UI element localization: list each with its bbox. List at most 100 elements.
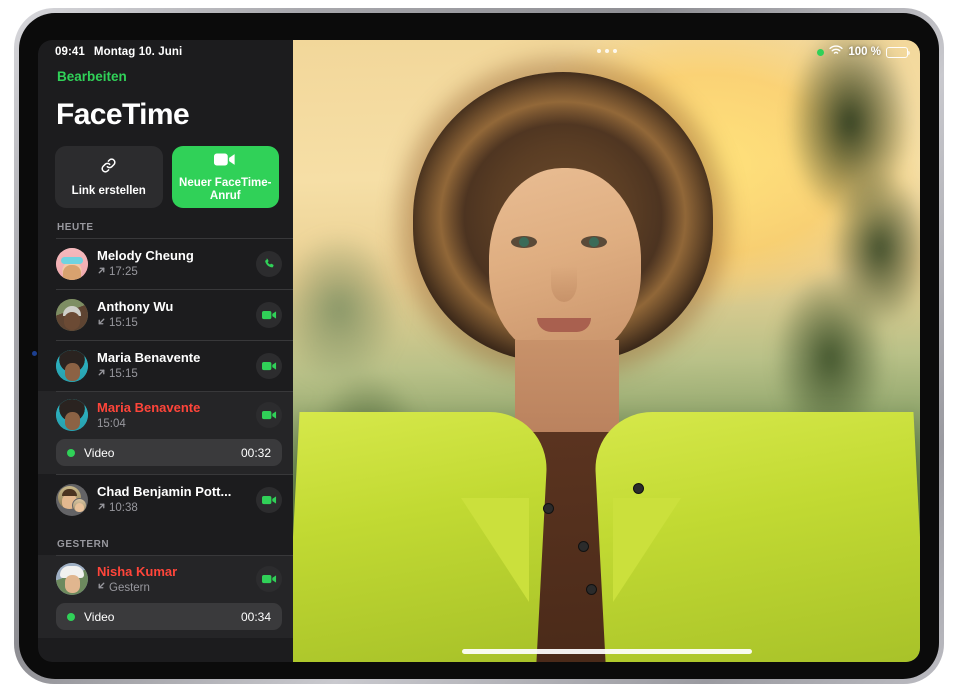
- call-info: Maria Benavente 15:15: [97, 350, 256, 381]
- battery-full-icon: [886, 46, 911, 58]
- jacket-collar-right: [613, 498, 681, 602]
- video-camera-icon[interactable]: [256, 566, 282, 592]
- arrow-up-right-icon: [97, 368, 106, 381]
- call-info: Melody Cheung 17:25: [97, 248, 256, 279]
- row-divider: [56, 474, 293, 475]
- arrow-up-right-icon: [97, 266, 106, 279]
- wifi-icon: [829, 45, 844, 59]
- call-row-selected[interactable]: Maria Benavente 15:04: [38, 391, 293, 439]
- avatar: [56, 563, 88, 595]
- row-divider: [56, 289, 293, 290]
- avatar: [56, 349, 88, 382]
- facetime-sidebar: 09:41 Montag 10. Juni Bearbeiten FaceTim…: [38, 40, 293, 662]
- battery-percent-label: 100 %: [848, 46, 881, 58]
- call-name: Maria Benavente: [97, 350, 201, 365]
- new-facetime-call-button[interactable]: Neuer FaceTime-Anruf: [171, 146, 279, 208]
- call-row[interactable]: Maria Benavente 15:15: [38, 340, 293, 391]
- call-row[interactable]: Anthony Wu 15:15: [38, 289, 293, 340]
- dot-icon: [596, 49, 601, 53]
- person-eye-right: [581, 236, 607, 248]
- call-duration: 00:34: [240, 609, 271, 624]
- call-detail-wrap: Video 00:32: [38, 439, 293, 474]
- call-time: 15:15: [109, 368, 138, 380]
- call-detail-card[interactable]: Video 00:32: [56, 439, 282, 466]
- status-bar-right: 100 %: [817, 45, 911, 59]
- arrow-down-left-icon: [97, 317, 106, 330]
- call-meta: 17:25: [97, 265, 256, 279]
- edit-button[interactable]: Bearbeiten: [57, 69, 127, 84]
- call-meta: Gestern: [97, 581, 256, 595]
- call-row-selected[interactable]: Nisha Kumar Gestern: [38, 555, 293, 603]
- call-row[interactable]: Chad Benjamin Pott... 10:38: [38, 474, 293, 525]
- person-mouth: [537, 318, 591, 332]
- action-button-group: Link erstellen Neuer FaceTime-Anruf: [38, 132, 293, 208]
- call-info: Anthony Wu 15:15: [97, 299, 256, 330]
- call-meta: 10:38: [97, 501, 256, 515]
- person-eye-left: [511, 236, 537, 248]
- video-camera-icon[interactable]: [256, 352, 282, 379]
- call-row[interactable]: Melody Cheung 17:25: [38, 238, 293, 289]
- camera-indicator-dot: [32, 351, 37, 356]
- call-time: 17:25: [109, 266, 138, 278]
- call-name: Maria Benavente: [97, 399, 201, 415]
- status-dot-icon: [67, 448, 75, 457]
- avatar: [56, 298, 88, 331]
- link-icon: [99, 156, 118, 180]
- call-list-heute: Melody Cheung 17:25 Anthony Wu 15:15 Mar…: [38, 238, 293, 525]
- ipad-screen: 09:41 Montag 10. Juni Bearbeiten FaceTim…: [38, 40, 920, 662]
- section-header-gestern: GESTERN: [57, 539, 110, 550]
- avatar: [56, 247, 88, 280]
- call-type-label: Video: [84, 445, 115, 460]
- row-divider: [56, 391, 293, 392]
- section-header-heute: HEUTE: [57, 222, 94, 233]
- multitasking-dots-button[interactable]: [596, 49, 617, 53]
- video-camera-icon: [214, 152, 236, 172]
- status-bar-left: 09:41 Montag 10. Juni: [38, 40, 293, 64]
- status-time: 09:41: [55, 46, 85, 58]
- avatar: [56, 399, 88, 431]
- shirt-button: [578, 541, 589, 552]
- ipad-device-frame: 09:41 Montag 10. Juni Bearbeiten FaceTim…: [14, 8, 944, 684]
- call-info: Maria Benavente 15:04: [97, 400, 256, 431]
- create-link-label: Link erstellen: [71, 185, 146, 198]
- video-camera-icon[interactable]: [256, 402, 282, 428]
- dot-icon: [612, 49, 617, 53]
- arrow-down-left-icon: [97, 581, 106, 594]
- video-feed-image: [293, 40, 920, 662]
- call-detail-card[interactable]: Video 00:34: [56, 603, 282, 630]
- person-on-call: [293, 40, 920, 662]
- call-list-gestern: Nisha Kumar Gestern Video 00:34: [38, 555, 293, 638]
- avatar-face-2: [72, 497, 87, 513]
- call-name: Melody Cheung: [97, 248, 194, 263]
- call-time: 10:38: [109, 502, 138, 514]
- row-divider: [56, 340, 293, 341]
- person-nose: [551, 266, 577, 302]
- avatar-group: [56, 483, 88, 516]
- phone-icon[interactable]: [256, 250, 282, 277]
- status-dot-icon: [67, 612, 75, 621]
- call-name: Nisha Kumar: [97, 563, 178, 579]
- jacket-collar-left: [461, 498, 529, 602]
- recording-indicator-icon: [817, 48, 825, 56]
- call-info: Nisha Kumar Gestern: [97, 564, 256, 595]
- create-link-button[interactable]: Link erstellen: [55, 146, 163, 208]
- video-camera-icon[interactable]: [256, 486, 282, 513]
- call-time: 15:04: [97, 417, 126, 430]
- call-meta: 15:15: [97, 367, 256, 381]
- status-date: Montag 10. Juni: [93, 46, 183, 58]
- edit-row: Bearbeiten: [38, 64, 293, 88]
- call-meta: 15:04: [97, 417, 256, 431]
- home-indicator[interactable]: [461, 649, 752, 654]
- shirt-button: [586, 584, 597, 595]
- row-divider: [56, 238, 293, 239]
- call-time: Gestern: [109, 581, 150, 594]
- video-camera-icon[interactable]: [256, 301, 282, 328]
- call-duration: 00:32: [240, 445, 271, 460]
- call-detail-wrap: Video 00:34: [38, 603, 293, 638]
- call-type-label: Video: [84, 609, 115, 624]
- call-time: 15:15: [109, 317, 138, 329]
- facetime-video-pane[interactable]: 100 %: [293, 40, 920, 662]
- call-name: Chad Benjamin Pott...: [97, 484, 232, 499]
- call-name: Anthony Wu: [97, 299, 174, 314]
- shirt-button: [543, 503, 554, 514]
